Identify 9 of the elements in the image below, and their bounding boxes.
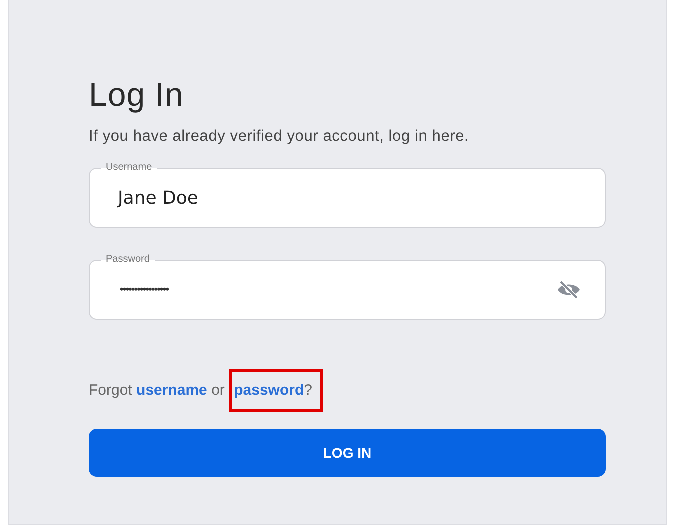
eye-off-icon[interactable]: [557, 280, 581, 300]
username-link[interactable]: username: [136, 382, 208, 399]
highlight-frame: password?: [229, 369, 324, 412]
subtitle: If you have already verified your account, log in here.: [89, 128, 470, 146]
username-value: Jane Doe: [118, 188, 200, 208]
page-title: Log In: [89, 76, 185, 114]
password-link[interactable]: password: [234, 382, 304, 399]
login-button[interactable]: LOG IN: [89, 429, 606, 477]
password-value: •••••••••••••••••: [119, 284, 170, 296]
